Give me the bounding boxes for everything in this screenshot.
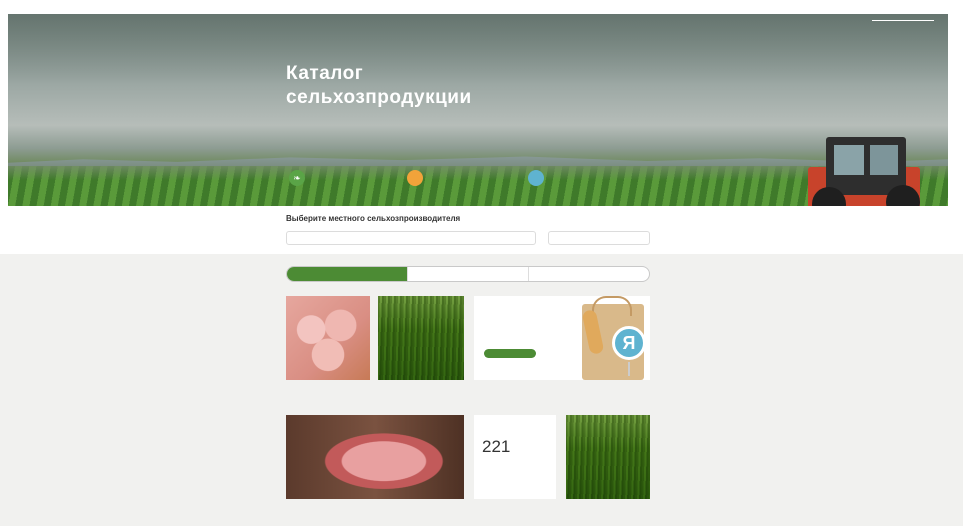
feature-item [528,170,550,186]
product-card[interactable] [566,415,650,499]
category-tabs [286,266,650,282]
globe-icon [528,170,544,186]
product-image-chicken [286,296,370,380]
tractor-window [870,145,898,175]
pin-stick [628,362,630,376]
product-card[interactable] [378,296,464,380]
tab-local-producers[interactable] [287,267,408,281]
hero-field-haze [8,166,948,180]
promo-button[interactable] [484,349,536,358]
tractor-image [808,137,926,206]
stat-number: 221 [482,437,511,456]
grocery-bag-handle [592,296,632,316]
product-card[interactable] [286,296,370,380]
yandex-logo-icon: Я [612,326,646,360]
promo-card: Я [474,296,650,380]
hero-banner [8,14,948,206]
product-image-meat [286,415,464,499]
tab-categories[interactable] [529,267,649,281]
top-nav-link[interactable] [872,16,934,21]
page-title-line: Каталог [286,63,364,84]
product-card[interactable] [286,415,464,499]
feature-item [407,170,429,186]
tractor-window [834,145,864,175]
hero-sky [8,14,948,84]
feature-item: ❧ [289,170,311,186]
product-image-wheat [378,296,464,380]
leaf-icon: ❧ [289,170,305,186]
region-input[interactable] [548,231,650,245]
page-title-line: сельхозпродукции [286,87,472,108]
stat-card: 221 [474,415,556,499]
product-image-wheat [566,415,650,499]
page-title: Каталог сельхозпродукции [286,62,472,110]
search-input[interactable] [286,231,536,245]
search-title: Выберите местного сельхозпроизводителя [286,214,461,223]
tab-products[interactable] [408,267,529,281]
coin-icon [407,170,423,186]
